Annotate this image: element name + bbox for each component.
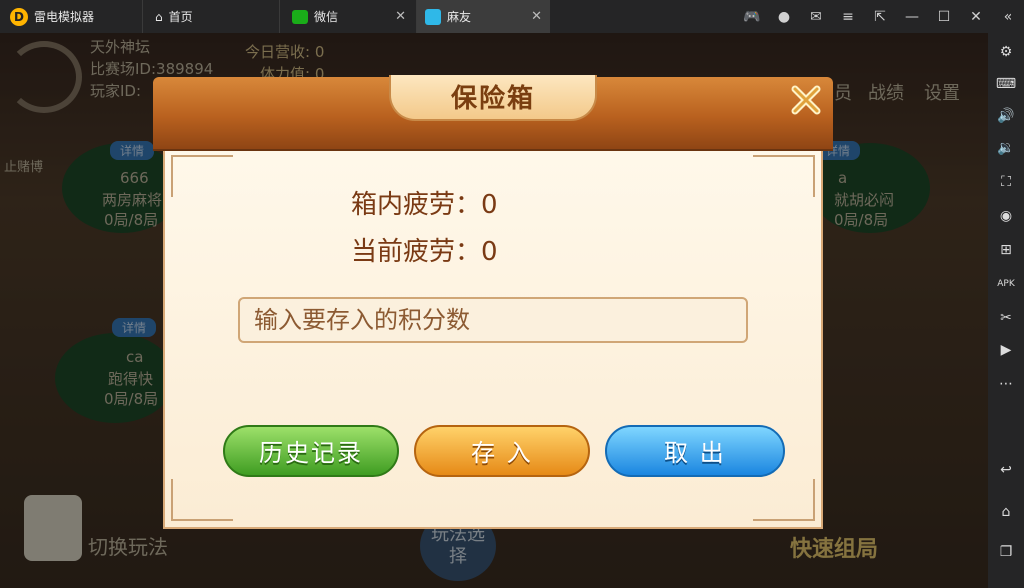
wechat-icon — [292, 9, 308, 24]
settings-gear-icon[interactable]: ⚙ — [994, 41, 1018, 63]
restore-icon[interactable]: ⇱ — [864, 9, 896, 25]
collapse-sidebar-icon[interactable]: « — [992, 9, 1024, 25]
home-icon: ⌂ — [155, 9, 163, 24]
history-button[interactable]: 历史记录 — [223, 425, 399, 477]
minimize-icon[interactable]: — — [896, 9, 928, 25]
emulator-titlebar: D 雷电模拟器 ⌂ 首页 微信 ✕ 麻友 ✕ 🎮 ● ✉ ≡ ⇱ — ☐ ✕ « — [0, 0, 1024, 33]
user-icon[interactable]: ● — [768, 9, 800, 25]
deposit-button[interactable]: 存 入 — [414, 425, 590, 477]
mail-icon[interactable]: ✉ — [800, 9, 832, 25]
volume-down-icon[interactable]: 🔉 — [994, 137, 1018, 159]
current-fatigue-text: 当前疲劳：0 — [351, 237, 498, 267]
dialog-title: 保险箱 — [450, 84, 535, 114]
safe-box-dialog: 保险箱 箱内疲劳：0 当前疲劳：0 历史记录 存 入 取 出 — [153, 75, 833, 532]
close-tab-icon[interactable]: ✕ — [395, 9, 406, 24]
tab-home[interactable]: ⌂ 首页 — [142, 0, 277, 33]
window-controls: 🎮 ● ✉ ≡ ⇱ — ☐ ✕ « — [736, 0, 1024, 33]
close-tab-icon[interactable]: ✕ — [531, 9, 542, 24]
tab-mayou-label: 麻友 — [447, 10, 472, 24]
add-window-icon[interactable]: ⊞ — [994, 239, 1018, 261]
recent-apps-icon[interactable]: ❐ — [994, 541, 1018, 563]
menu-icon[interactable]: ≡ — [832, 9, 864, 25]
gamepad-icon[interactable]: 🎮 — [736, 9, 768, 25]
home-icon[interactable]: ⌂ — [994, 501, 1018, 523]
video-icon[interactable]: ▶ — [994, 339, 1018, 361]
apk-install-icon[interactable]: APK — [994, 273, 1018, 295]
withdraw-button[interactable]: 取 出 — [605, 425, 785, 477]
close-icon[interactable]: ✕ — [960, 9, 992, 25]
tab-mayou[interactable]: 麻友 ✕ — [416, 0, 550, 33]
record-icon[interactable]: ◉ — [994, 205, 1018, 227]
more-icon[interactable]: ⋯ — [994, 373, 1018, 395]
maximize-icon[interactable]: ☐ — [928, 9, 960, 25]
box-fatigue-text: 箱内疲劳：0 — [351, 190, 498, 220]
tab-app-home[interactable]: D 雷电模拟器 — [0, 0, 140, 33]
tab-home-label: 首页 — [168, 10, 193, 24]
back-icon[interactable]: ↩ — [994, 459, 1018, 481]
dialog-content: 箱内疲劳：0 当前疲劳：0 历史记录 存 入 取 出 — [163, 147, 823, 529]
close-icon[interactable] — [789, 83, 823, 117]
game-app-icon — [425, 8, 441, 25]
emulator-logo-icon: D — [10, 7, 28, 26]
tab-wechat-label: 微信 — [314, 10, 339, 24]
volume-up-icon[interactable]: 🔊 — [994, 105, 1018, 127]
deposit-amount-input[interactable] — [238, 297, 748, 343]
keyboard-icon[interactable]: ⌨ — [994, 73, 1018, 95]
app-name: 雷电模拟器 — [34, 10, 95, 24]
fullscreen-icon[interactable]: ⛶ — [994, 171, 1018, 193]
scissors-icon[interactable]: ✂ — [994, 307, 1018, 329]
tab-wechat[interactable]: 微信 ✕ — [279, 0, 414, 33]
emulator-sidebar: ⚙ ⌨ 🔊 🔉 ⛶ ◉ ⊞ APK ✂ ▶ ⋯ ↩ ⌂ ❐ — [988, 33, 1024, 588]
